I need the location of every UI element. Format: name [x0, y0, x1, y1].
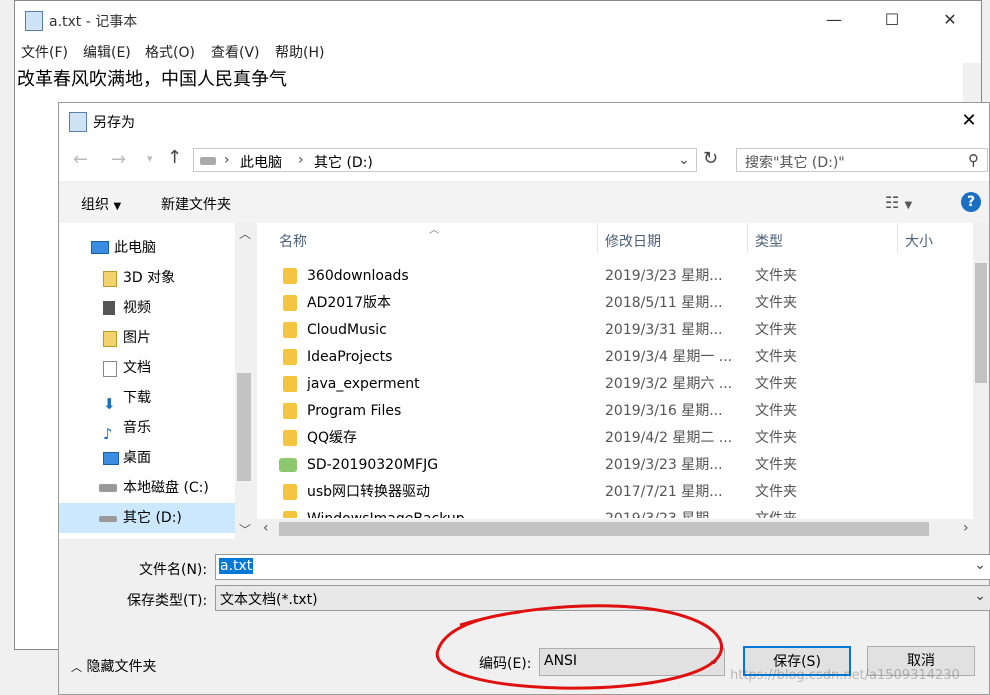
annotation-circle	[435, 604, 724, 690]
watermark: https://blog.csdn.net/a1509314230	[730, 668, 960, 683]
